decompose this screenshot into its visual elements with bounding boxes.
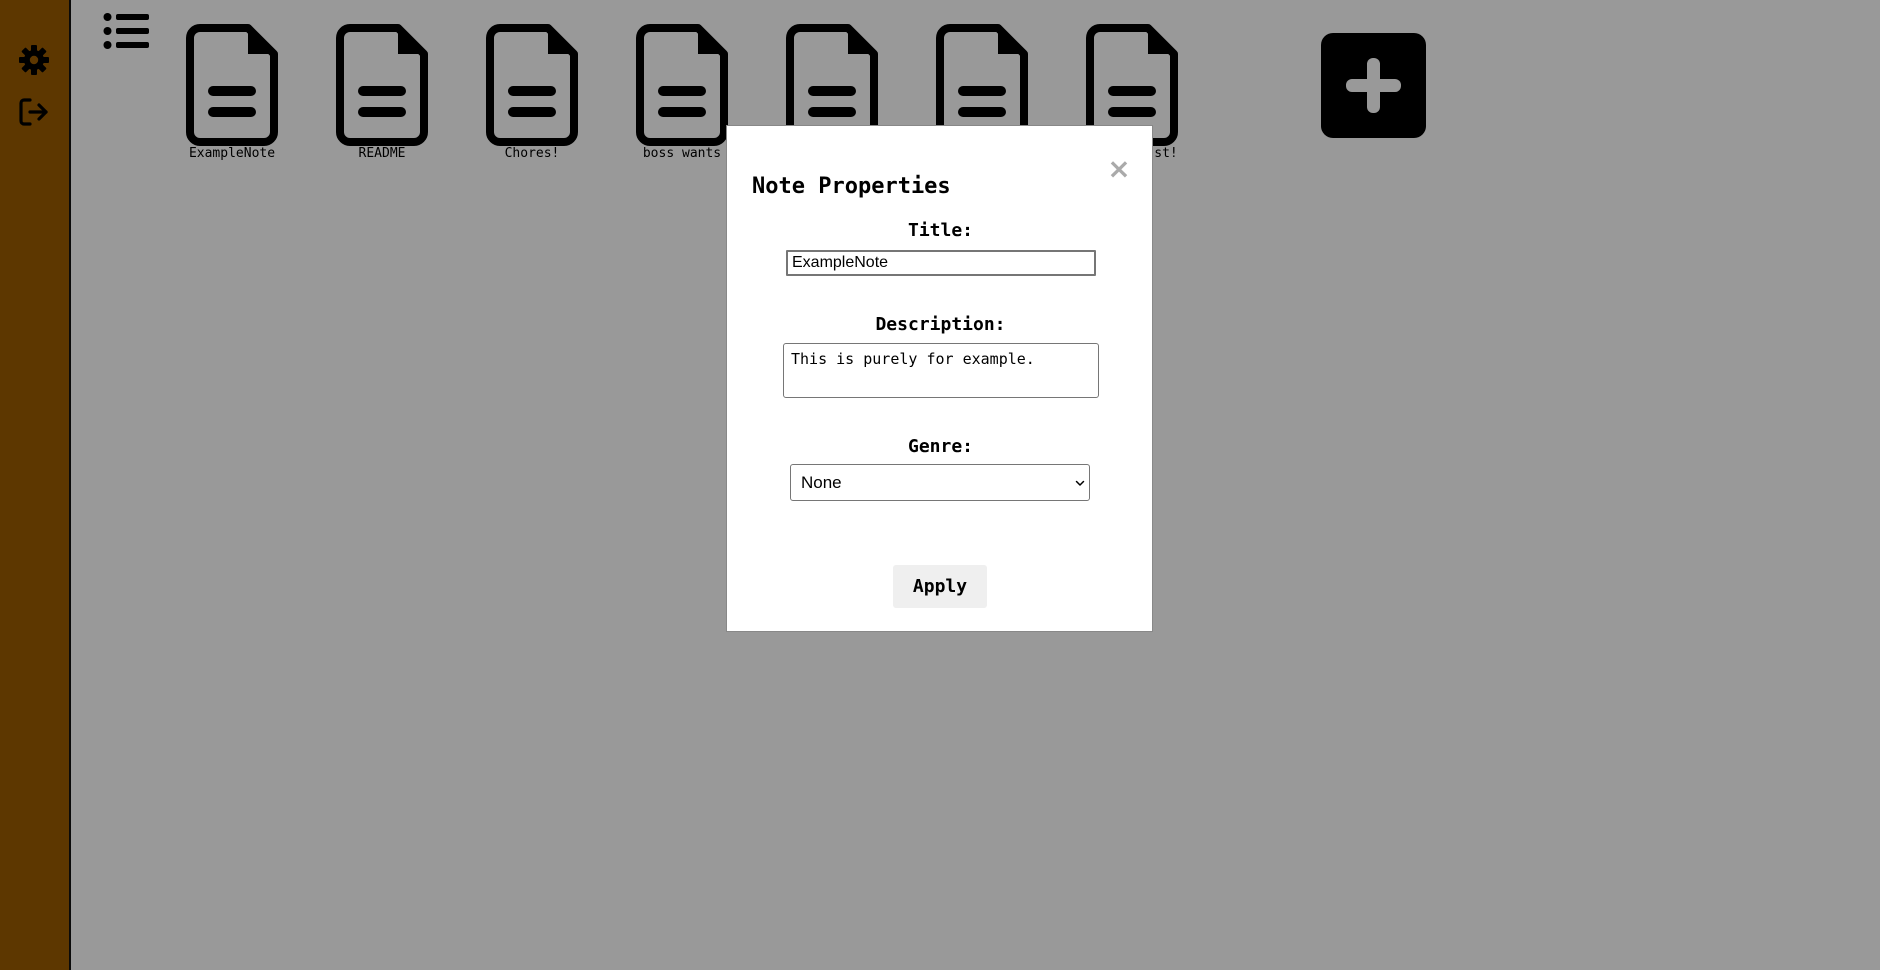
chevron-down-icon: [1075, 480, 1085, 486]
description-textarea[interactable]: This is purely for example.: [783, 343, 1099, 398]
title-input[interactable]: [786, 250, 1096, 276]
genre-selected-value: None: [801, 472, 842, 492]
note-properties-dialog: × Note Properties Title: Description: Th…: [726, 125, 1153, 632]
title-label: Title:: [907, 220, 974, 241]
dialog-title: Note Properties: [752, 174, 951, 199]
genre-select[interactable]: None: [790, 464, 1090, 501]
apply-button[interactable]: Apply: [893, 565, 987, 608]
description-label: Description:: [875, 314, 1006, 335]
genre-label: Genre:: [907, 436, 974, 457]
close-icon[interactable]: ×: [1107, 155, 1131, 183]
